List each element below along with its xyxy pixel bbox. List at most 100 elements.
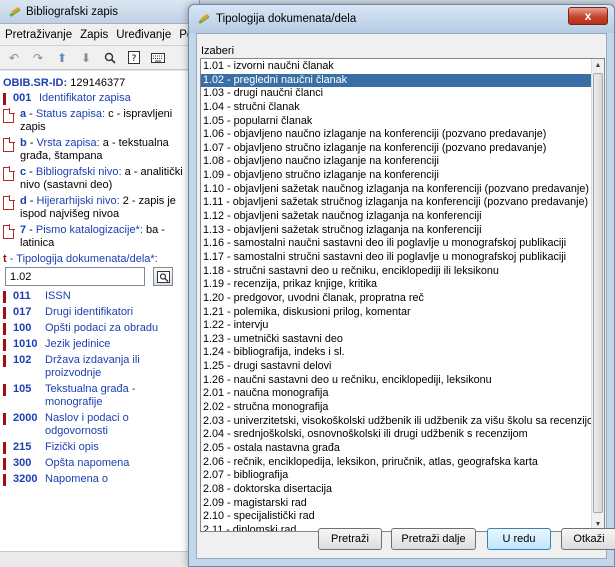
bookmark-icon	[3, 384, 6, 396]
menu-item-record[interactable]: Zapis	[80, 29, 108, 41]
subfield-row[interactable]: c - Bibliografski nivo: a - analitički n…	[3, 166, 193, 192]
list-item[interactable]: 1.05 - popularni članak	[201, 115, 591, 129]
field-row[interactable]: 105 Tekstualna građa - monografije	[3, 383, 193, 409]
list-item[interactable]: 1.13 - objavljeni sažetak stručnog izlag…	[201, 224, 591, 238]
document-icon	[3, 195, 15, 210]
field-row[interactable]: 300 Opšta napomena	[3, 457, 193, 470]
list-item[interactable]: 1.07 - objavljeno stručno izlaganje na k…	[201, 142, 591, 156]
field-tag: 011	[13, 290, 31, 302]
ok-button[interactable]: U redu	[487, 528, 551, 550]
typology-input[interactable]	[5, 267, 145, 286]
field-label: Država izdavanja ili proizvodnje	[45, 354, 140, 379]
list-item[interactable]: 1.23 - umetnički sastavni deo	[201, 333, 591, 347]
subfield-row[interactable]: 7 - Pismo katalogizacije*: ba - latinica	[3, 224, 193, 250]
search-button[interactable]: Pretraži	[318, 528, 382, 550]
list-item[interactable]: 1.18 - stručni sastavni deo u rečniku, e…	[201, 265, 591, 279]
list-item[interactable]: 1.22 - intervju	[201, 319, 591, 333]
list-item[interactable]: 2.04 - srednjoškolski, osnovnoškolski il…	[201, 428, 591, 442]
arrow-up-icon[interactable]: ⬆	[55, 51, 69, 65]
field-row[interactable]: 215 Fizički opis	[3, 441, 193, 454]
field-001[interactable]: 001 Identifikator zapisa	[3, 92, 193, 105]
document-icon	[3, 108, 15, 123]
list-item[interactable]: 1.26 - naučni sastavni deo u rečniku, en…	[201, 374, 591, 388]
field-row[interactable]: 2000 Naslov i podaci o odgovornosti	[3, 412, 193, 438]
subfield-row[interactable]: d - Hijerarhijski nivo: 2 - zapis je isp…	[3, 195, 193, 221]
typology-listbox[interactable]: 1.01 - izvorni naučni članak 1.02 - pregl…	[200, 58, 605, 532]
list-item[interactable]: 1.04 - stručni članak	[201, 101, 591, 115]
field-row[interactable]: 100 Opšti podaci za obradu	[3, 322, 193, 335]
redo-icon[interactable]: ↷	[31, 51, 45, 65]
search-icon[interactable]	[103, 51, 117, 65]
list-item[interactable]: 2.09 - magistarski rad	[201, 497, 591, 511]
list-item[interactable]: 1.25 - drugi sastavni delovi	[201, 360, 591, 374]
menu-item-edit[interactable]: Uređivanje	[116, 29, 171, 41]
close-button[interactable]: x	[568, 7, 608, 25]
lookup-button[interactable]	[153, 267, 173, 286]
list-item[interactable]: 1.01 - izvorni naučni članak	[201, 60, 591, 74]
list-item[interactable]: 1.10 - objavljeni sažetak naučnog izlaga…	[201, 183, 591, 197]
keyboard-icon[interactable]	[151, 51, 165, 65]
help-icon[interactable]: ?	[127, 51, 141, 65]
subfield-text: 7 - Pismo katalogizacije*: ba - latinica	[20, 224, 165, 249]
document-icon	[3, 166, 15, 181]
subfield-text: d - Hijerarhijski nivo: 2 - zapis je isp…	[20, 195, 176, 220]
list-item[interactable]: 1.02 - pregledni naučni članak	[201, 73, 591, 88]
list-item[interactable]: 2.10 - specijalistički rad	[201, 510, 591, 524]
dialog-titlebar: Tipologija dokumenata/dela x	[189, 5, 614, 33]
field-label: Tekstualna građa - monografije	[45, 383, 136, 408]
subfield-t[interactable]: t - Tipologija dokumenata/dela*:	[3, 253, 193, 265]
record-id-value: 129146377	[70, 77, 126, 89]
list-item[interactable]: 1.11 - objavljeni sažetak stručnog izlag…	[201, 196, 591, 210]
search-next-button[interactable]: Pretraži dalje	[391, 528, 476, 550]
list-item[interactable]: 2.06 - rečnik, enciklopedija, leksikon, …	[201, 456, 591, 470]
field-label: Opšta napomena	[45, 457, 130, 469]
list-item[interactable]: 2.08 - doktorska disertacija	[201, 483, 591, 497]
field-tag: 105	[13, 383, 32, 395]
subfield-row[interactable]: b - Vrsta zapisa: a - tekstualna građa, …	[3, 137, 193, 163]
bookmark-icon	[3, 413, 6, 425]
horizontal-scrollbar[interactable]	[0, 551, 196, 567]
field-tag: 102	[13, 354, 32, 366]
list-item[interactable]: 2.07 - bibliografija	[201, 469, 591, 483]
dialog-body: Izaberi 1.01 - izvorni naučni članak 1.02…	[196, 33, 615, 559]
subfield-name: Bibliografski nivo:	[35, 166, 122, 178]
field-row[interactable]: 011 ISSN	[3, 290, 193, 303]
record-tree: OBIB.SR-ID: 129146377 001 Identifikator …	[0, 71, 196, 551]
bookmark-icon	[3, 339, 6, 351]
list-item[interactable]: 1.16 - samostalni naučni sastavni deo il…	[201, 237, 591, 251]
list-item[interactable]: 1.09 - objavljeno stručno izlaganje na k…	[201, 169, 591, 183]
list-item[interactable]: 2.03 - univerzitetski, visokoškolski udž…	[201, 415, 591, 429]
list-item[interactable]: 2.01 - naučna monografija	[201, 387, 591, 401]
bg-window-titlebar: Bibliografski zapis	[0, 0, 199, 24]
document-icon	[3, 137, 15, 152]
arrow-down-icon[interactable]: ⬇	[79, 51, 93, 65]
list-item[interactable]: 1.21 - polemika, diskusioni prilog, kome…	[201, 306, 591, 320]
list-item[interactable]: 1.24 - bibliografija, indeks i sl.	[201, 346, 591, 360]
list-item[interactable]: 1.03 - drugi naučni članci	[201, 87, 591, 101]
scroll-up-arrow-icon[interactable]: ▲	[592, 59, 604, 72]
field-row[interactable]: 102 Država izdavanja ili proizvodnje	[3, 354, 193, 380]
field-row[interactable]: 1010 Jezik jedinice	[3, 338, 193, 351]
list-item[interactable]: 2.02 - stručna monografija	[201, 401, 591, 415]
bibliographic-record-window: Bibliografski zapis Pretraživanje Zapis …	[0, 0, 200, 567]
menu-item-search[interactable]: Pretraživanje	[5, 29, 72, 41]
field-label: Identifikator zapisa	[39, 92, 131, 104]
list-item[interactable]: 1.06 - objavljeno naučno izlaganje na ko…	[201, 128, 591, 142]
undo-icon[interactable]: ↶	[7, 51, 21, 65]
list-item[interactable]: 2.05 - ostala nastavna građa	[201, 442, 591, 456]
list-item[interactable]: 1.17 - samostalni stručni sastavni deo i…	[201, 251, 591, 265]
dialog-button-row: Pretraži Pretraži dalje U redu Otkaži	[197, 528, 615, 550]
list-item[interactable]: 1.19 - recenzija, prikaz knjige, kritika	[201, 278, 591, 292]
svg-text:?: ?	[132, 54, 137, 64]
list-item[interactable]: 1.08 - objavljeno naučno izlaganje na ko…	[201, 155, 591, 169]
scroll-thumb[interactable]	[593, 73, 603, 513]
list-item[interactable]: 1.12 - objavljeni sažetak naučnog izlaga…	[201, 210, 591, 224]
field-row[interactable]: 3200 Napomena o	[3, 473, 193, 486]
vertical-scrollbar[interactable]: ▲ ▼	[591, 59, 604, 531]
field-label: ISSN	[45, 290, 71, 302]
field-row[interactable]: 017 Drugi identifikatori	[3, 306, 193, 319]
subfield-row[interactable]: a - Status zapisa: c - ispravljeni zapis	[3, 108, 193, 134]
cancel-button[interactable]: Otkaži	[561, 528, 615, 550]
bookmark-icon	[3, 291, 6, 303]
list-item[interactable]: 1.20 - predgovor, uvodni članak, proprat…	[201, 292, 591, 306]
